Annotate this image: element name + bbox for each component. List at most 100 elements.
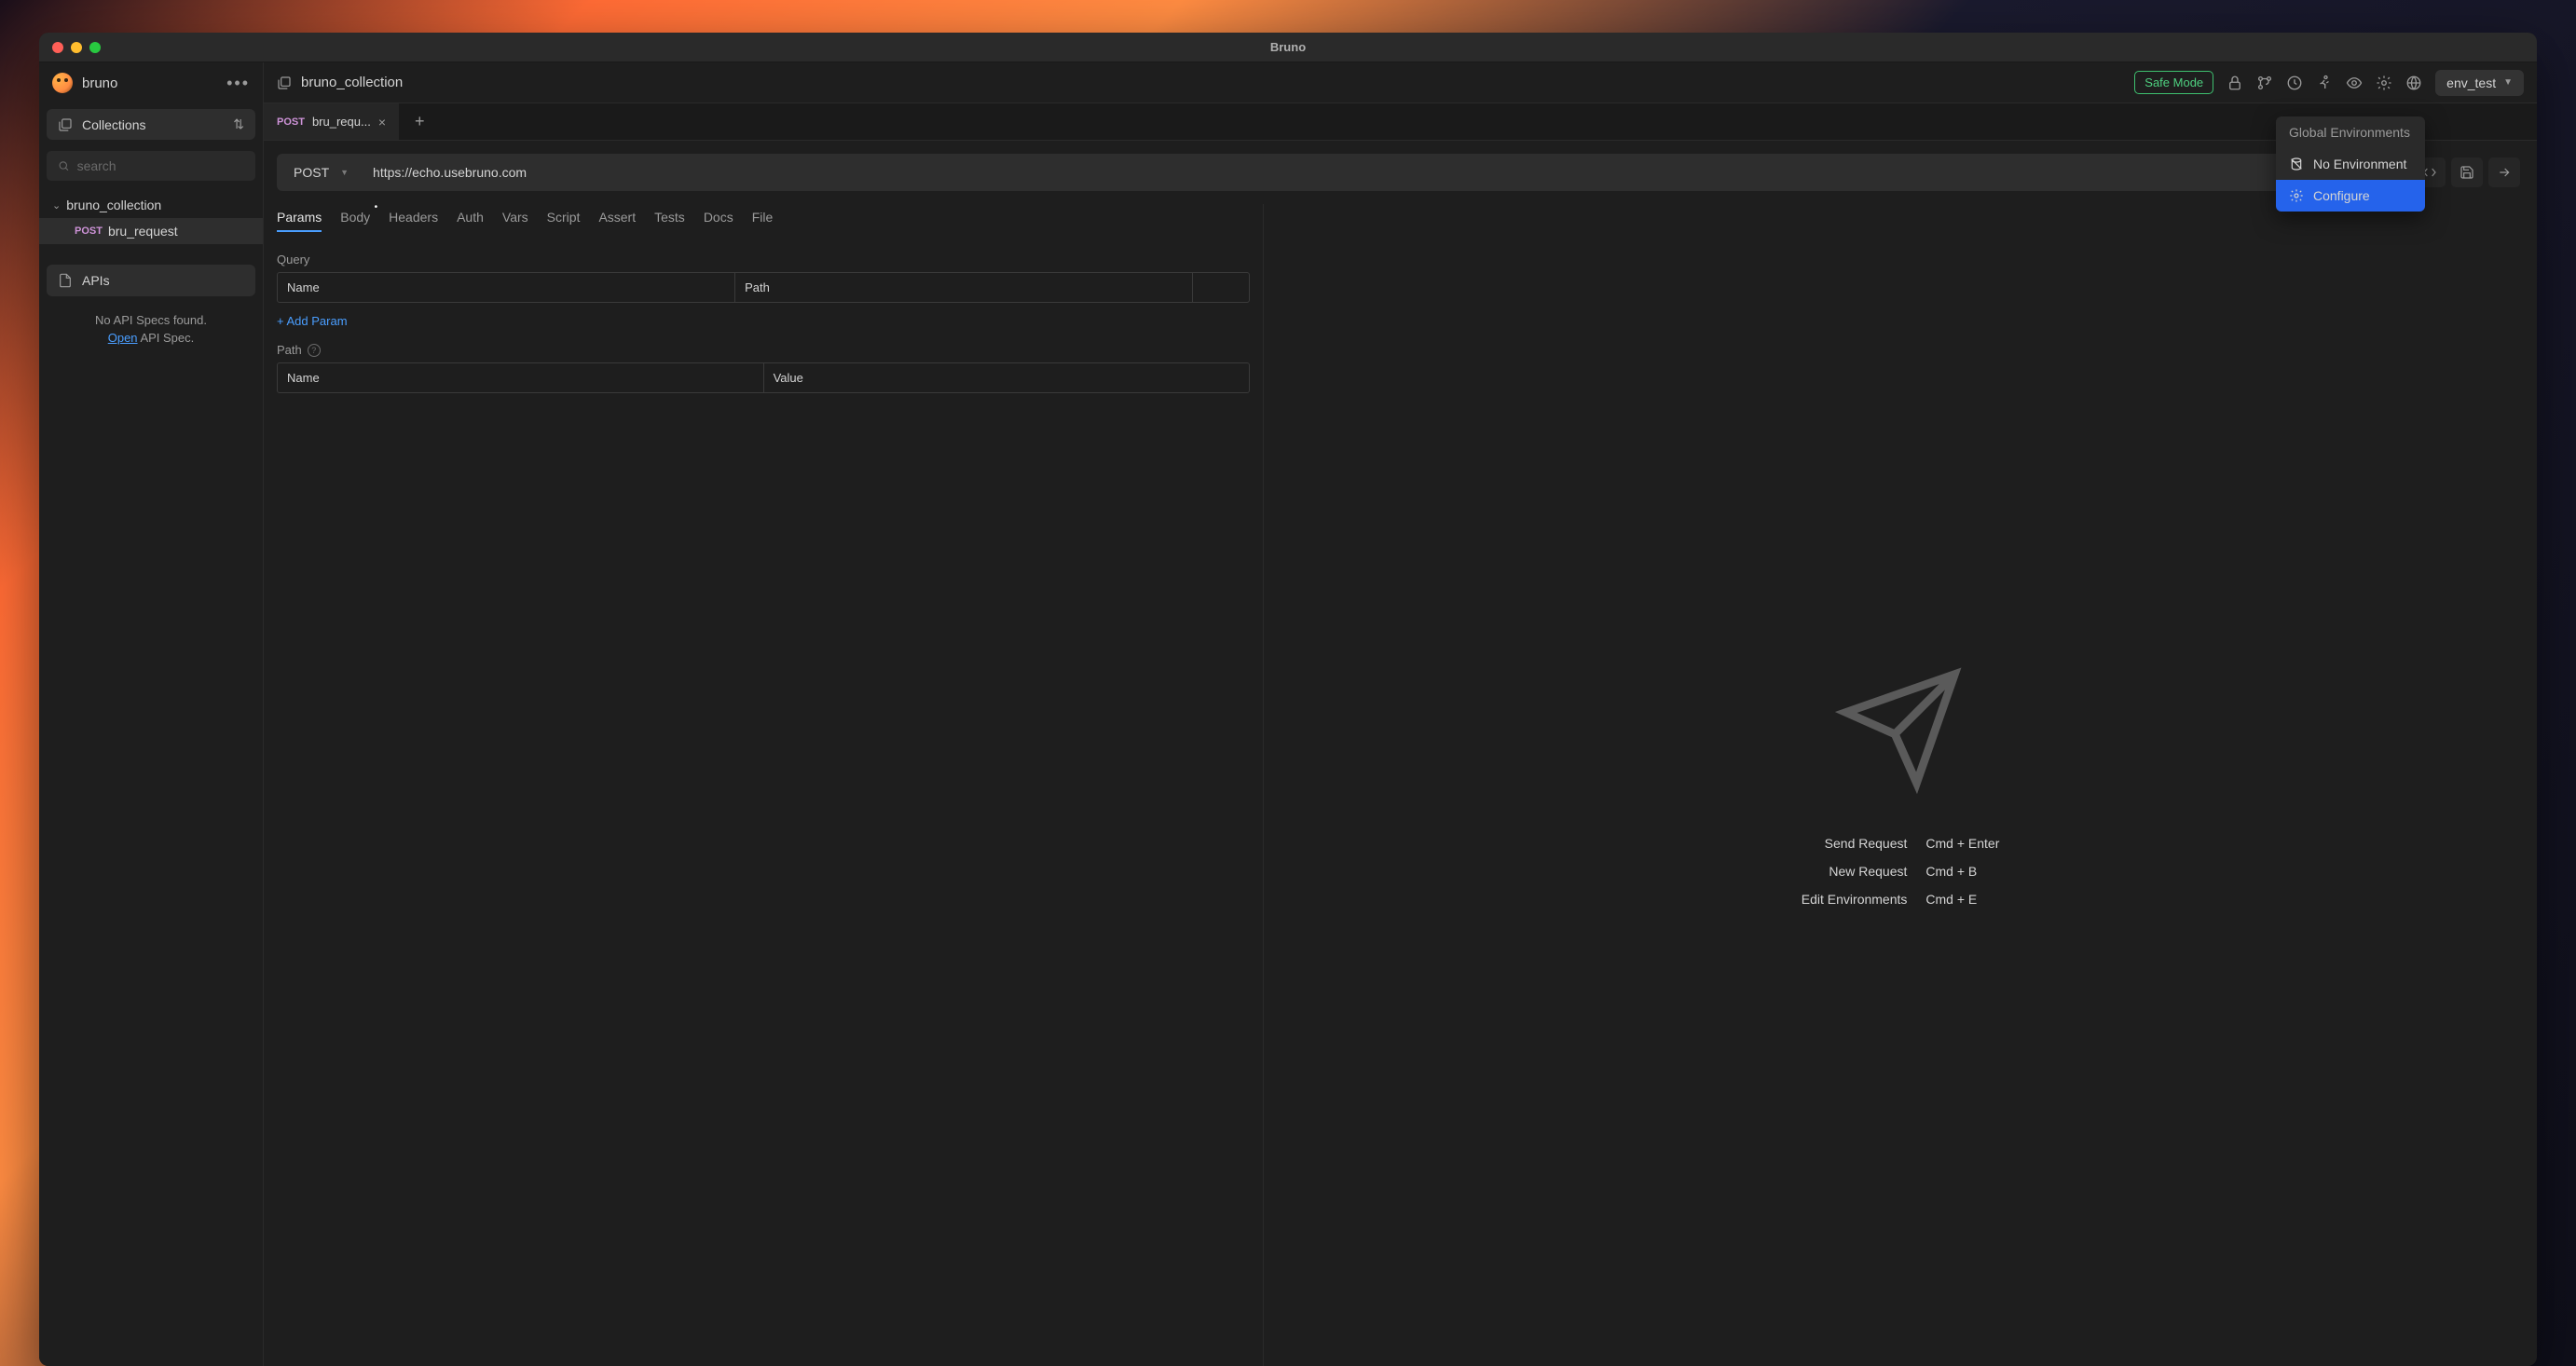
tab-assert[interactable]: Assert xyxy=(598,204,636,232)
new-request-label: New Request xyxy=(1802,864,1908,879)
tab-headers[interactable]: Headers xyxy=(389,204,438,232)
app-window: Bruno bruno ••• Collections ⇅ xyxy=(39,33,2537,1366)
safe-mode-badge[interactable]: Safe Mode xyxy=(2134,71,2213,94)
open-api-spec-link[interactable]: Open xyxy=(108,331,138,345)
tab-file[interactable]: File xyxy=(752,204,774,232)
paper-plane-icon xyxy=(1835,663,1966,799)
save-button[interactable] xyxy=(2451,157,2483,187)
eye-icon[interactable] xyxy=(2346,75,2363,91)
branch-icon[interactable] xyxy=(2256,75,2273,91)
database-off-icon xyxy=(2289,157,2304,171)
gear-icon xyxy=(2289,188,2304,203)
clock-icon[interactable] xyxy=(2286,75,2303,91)
search-icon xyxy=(58,159,70,172)
traffic-lights xyxy=(39,42,101,53)
apis-open-suffix: API Spec. xyxy=(138,331,195,345)
new-request-key: Cmd + B xyxy=(1925,864,1999,879)
apis-empty-state: No API Specs found. Open API Spec. xyxy=(39,302,263,356)
window-minimize-button[interactable] xyxy=(71,42,82,53)
query-name-header: Name xyxy=(278,273,735,302)
runner-icon[interactable] xyxy=(2316,75,2333,91)
edit-env-label: Edit Environments xyxy=(1802,892,1908,907)
collection-tree: ⌄ bruno_collection POST bru_request xyxy=(39,186,263,250)
send-button[interactable] xyxy=(2488,157,2520,187)
send-request-label: Send Request xyxy=(1802,836,1908,851)
tab-method: POST xyxy=(277,116,305,128)
tab-vars[interactable]: Vars xyxy=(502,204,528,232)
document-icon xyxy=(58,273,73,288)
collections-button[interactable]: Collections ⇅ xyxy=(47,109,255,140)
collection-name: bruno_collection xyxy=(66,198,161,212)
apis-label: APIs xyxy=(82,273,110,288)
add-tab-button[interactable]: + xyxy=(400,112,440,131)
sidebar-header: bruno ••• xyxy=(39,62,263,103)
env-menu-header: Global Environments xyxy=(2276,116,2425,148)
path-value-header: Value xyxy=(764,363,1250,392)
request-body: Params Body Headers Auth Vars Script Ass… xyxy=(264,204,2537,1366)
method-label: POST xyxy=(294,165,329,180)
url-bar: POST ▼ xyxy=(277,154,2405,191)
tab-script[interactable]: Script xyxy=(547,204,581,232)
topbar-actions: Safe Mode env_test ▼ xyxy=(2134,70,2524,96)
environment-menu: Global Environments No Environment Confi… xyxy=(2276,116,2425,212)
breadcrumb-text: bruno_collection xyxy=(301,75,403,90)
sidebar: bruno ••• Collections ⇅ ⌄ bruno_collecti… xyxy=(39,62,264,1366)
url-input[interactable] xyxy=(365,165,2405,180)
request-item[interactable]: POST bru_request xyxy=(39,218,263,244)
chevron-down-icon: ▼ xyxy=(2503,77,2513,88)
search-input[interactable] xyxy=(77,158,244,173)
app-body: bruno ••• Collections ⇅ ⌄ bruno_collecti… xyxy=(39,62,2537,1366)
tabbar: POST bru_requ... × + xyxy=(264,103,2537,141)
collection-folder[interactable]: ⌄ bruno_collection xyxy=(39,192,263,218)
sidebar-menu-icon[interactable]: ••• xyxy=(226,74,250,93)
apis-empty-text: No API Specs found. xyxy=(50,313,252,327)
info-icon[interactable]: ? xyxy=(308,344,321,357)
tab-tests[interactable]: Tests xyxy=(654,204,685,232)
globe-icon[interactable] xyxy=(2405,75,2422,91)
logo-row: bruno xyxy=(52,73,117,93)
bruno-logo-icon xyxy=(52,73,73,93)
query-path-header: Path xyxy=(735,273,1193,302)
configure-item[interactable]: Configure xyxy=(2276,180,2425,212)
tab-body[interactable]: Body xyxy=(340,204,370,232)
collection-icon xyxy=(277,75,292,90)
no-environment-item[interactable]: No Environment xyxy=(2276,148,2425,180)
chevron-down-icon: ⌄ xyxy=(52,199,61,212)
url-bar-row: POST ▼ xyxy=(264,141,2537,204)
query-table: Name Path xyxy=(277,272,1250,303)
window-maximize-button[interactable] xyxy=(89,42,101,53)
gear-icon[interactable] xyxy=(2376,75,2392,91)
app-name: bruno xyxy=(82,75,117,91)
method-badge: POST xyxy=(75,225,103,237)
request-tabs: Params Body Headers Auth Vars Script Ass… xyxy=(277,204,1250,238)
response-pane: Send Request Cmd + Enter New Request Cmd… xyxy=(1264,204,2537,1366)
apis-button[interactable]: APIs xyxy=(47,265,255,296)
collections-label: Collections xyxy=(82,117,145,132)
window-title: Bruno xyxy=(1270,40,1306,54)
search-box[interactable] xyxy=(47,151,255,181)
tab-docs[interactable]: Docs xyxy=(704,204,733,232)
path-name-header: Name xyxy=(278,363,764,392)
request-editor: Params Body Headers Auth Vars Script Ass… xyxy=(264,204,1264,1366)
send-request-key: Cmd + Enter xyxy=(1925,836,1999,851)
tab-params[interactable]: Params xyxy=(277,204,322,232)
lock-icon[interactable] xyxy=(2227,75,2243,91)
shortcuts-list: Send Request Cmd + Enter New Request Cmd… xyxy=(1802,836,2000,907)
method-select[interactable]: POST ▼ xyxy=(277,165,365,180)
main-area: bruno_collection Safe Mode env_test ▼ xyxy=(264,62,2537,1366)
query-actions-header xyxy=(1193,273,1249,302)
query-label: Query xyxy=(277,253,1250,266)
path-table: Name Value xyxy=(277,362,1250,393)
window-close-button[interactable] xyxy=(52,42,63,53)
sort-icon[interactable]: ⇅ xyxy=(233,116,244,132)
chevron-down-icon: ▼ xyxy=(340,168,349,177)
request-name: bru_request xyxy=(108,224,178,239)
request-tab[interactable]: POST bru_requ... × xyxy=(264,103,400,140)
titlebar: Bruno xyxy=(39,33,2537,62)
tab-auth[interactable]: Auth xyxy=(457,204,484,232)
collections-icon xyxy=(58,117,73,132)
environment-dropdown[interactable]: env_test ▼ xyxy=(2435,70,2524,96)
env-label: env_test xyxy=(2446,75,2496,90)
tab-close-icon[interactable]: × xyxy=(378,115,386,130)
add-param-button[interactable]: + Add Param xyxy=(277,314,1250,328)
